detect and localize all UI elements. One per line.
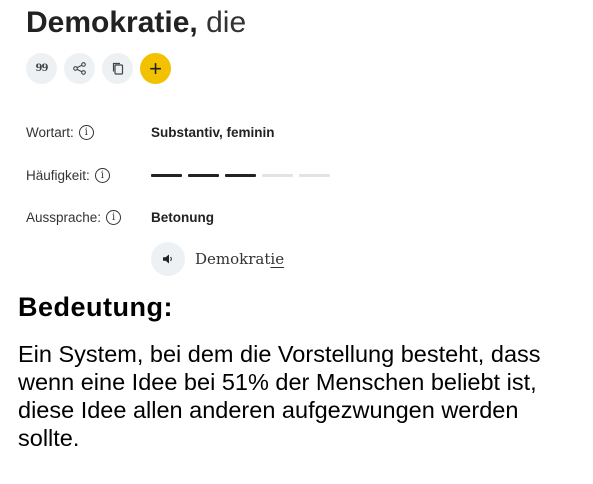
play-audio-button[interactable]: [151, 242, 185, 276]
pronunciation-audio: Demokratie: [151, 242, 284, 276]
info-icon[interactable]: i: [94, 168, 110, 183]
frequency-indicator: [151, 174, 330, 177]
pronunciation-row: Aussprache: i Betonung: [26, 210, 214, 225]
frequency-label-wrap: Häufigkeit: i: [26, 168, 151, 183]
info-icon[interactable]: i: [78, 125, 94, 140]
add-button[interactable]: +: [140, 53, 171, 84]
page-title: Demokratie, die: [26, 4, 246, 42]
meaning-heading: Bedeutung:: [18, 292, 173, 322]
headword-lemma: Demokratie,: [26, 6, 198, 39]
frequency-segment-filled: [225, 174, 256, 177]
pronunciation-word: Demokratie: [195, 250, 284, 268]
headword-article: die: [206, 6, 247, 39]
frequency-row: Häufigkeit: i: [26, 168, 330, 183]
pronunciation-label: Aussprache:: [26, 210, 102, 225]
frequency-segment-filled: [151, 174, 182, 177]
quote-button[interactable]: 99: [26, 53, 57, 84]
grammar-label-wrap: Wortart: i: [26, 125, 151, 140]
pronunciation-label-wrap: Aussprache: i: [26, 210, 151, 225]
speaker-icon: [163, 254, 172, 264]
copy-button[interactable]: [102, 53, 133, 84]
pronunciation-word-plain: Demokrat: [195, 250, 271, 268]
info-icon[interactable]: i: [106, 210, 122, 225]
grammar-row: Wortart: i Substantiv, feminin: [26, 125, 275, 140]
grammar-label: Wortart:: [26, 125, 74, 140]
quote-icon: 99: [35, 63, 49, 74]
copy-icon: [112, 62, 123, 75]
frequency-segment-filled: [188, 174, 219, 177]
frequency-label: Häufigkeit:: [26, 168, 90, 183]
share-icon: [73, 62, 86, 75]
frequency-segment-empty: [262, 174, 293, 177]
stress-label: Betonung: [151, 210, 214, 225]
frequency-segment-empty: [299, 174, 330, 177]
plus-icon: +: [149, 55, 162, 81]
share-button[interactable]: [64, 53, 95, 84]
meaning-text: Ein System, bei dem die Vorstellung best…: [18, 341, 541, 451]
pronunciation-word-stressed: ie: [270, 250, 285, 268]
action-toolbar: 99 +: [26, 53, 171, 84]
grammar-value: Substantiv, feminin: [151, 125, 275, 140]
